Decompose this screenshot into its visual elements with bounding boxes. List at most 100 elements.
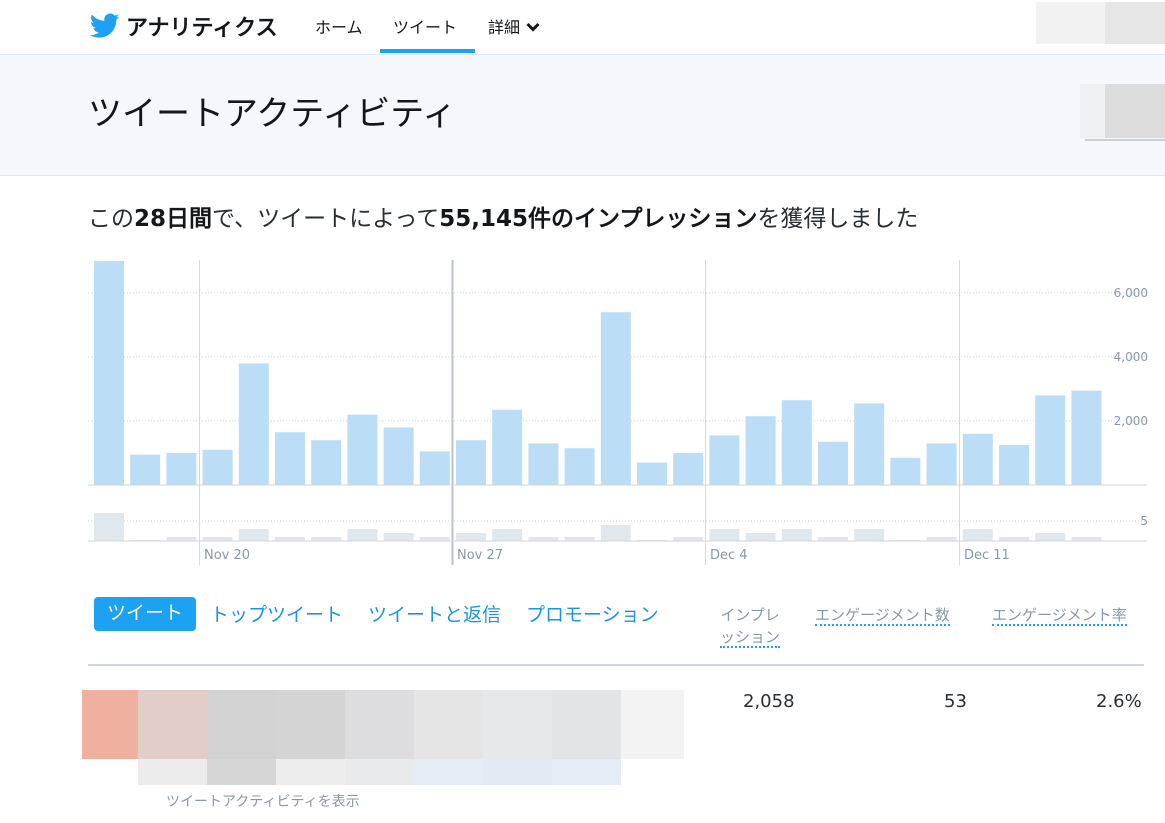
activity-chart: 2,000 4,000 6,000 5 Nov 20 Nov 27 Dec 4 Dec 11 (88, 260, 1148, 565)
tweet-meta-blurred (414, 759, 483, 785)
x-tick-label: Nov 20 (204, 548, 250, 563)
impression-bar (275, 432, 305, 485)
engagement-bar (94, 513, 124, 541)
tweet-text-blurred (207, 690, 276, 759)
x-tick-label: Dec 4 (710, 548, 748, 563)
tweet-text-blurred (138, 690, 207, 759)
y-tick-label: 5 (1140, 514, 1148, 528)
engagement-bar (1035, 533, 1066, 541)
impression-bar (347, 414, 378, 485)
y-tick-label: 4,000 (1114, 350, 1148, 364)
impression-bar (383, 427, 414, 485)
column-header-impressions-line2: ッション (719, 628, 780, 648)
impression-bar (745, 416, 776, 485)
summary-impressions: 55,145件のインプレッション (439, 206, 758, 232)
engagement-bar (275, 537, 305, 541)
summary-suffix: を獲得しました (757, 206, 919, 232)
tweet-meta-blurred (345, 759, 414, 785)
x-tick-label: Nov 27 (457, 548, 503, 563)
engagement-bar (600, 525, 631, 541)
impressions-summary: この28日間で、ツイートによって55,145件のインプレッションを獲得しました (88, 199, 918, 233)
date-range-picker-blurred[interactable] (1080, 84, 1105, 138)
tweet-engagement-rate-value: 2.6% (1096, 691, 1142, 712)
engagement-bar (818, 537, 848, 541)
tweet-text-blurred (414, 690, 483, 759)
y-tick-label: 6,000 (1114, 286, 1148, 300)
export-button-blurred[interactable] (1105, 84, 1165, 138)
engagement-bar (1071, 537, 1102, 541)
twitter-bird-icon[interactable] (90, 13, 120, 39)
nav-more-label: 詳細 (488, 18, 521, 37)
summary-period: 28日間 (134, 206, 213, 232)
impression-bar (528, 443, 559, 485)
engagement-bar (456, 533, 486, 541)
impression-bar (890, 457, 921, 485)
tweet-meta-blurred (552, 759, 621, 785)
tweet-engagements-value: 53 (944, 691, 967, 712)
nav-home[interactable]: ホーム (315, 14, 363, 38)
impression-bar (962, 433, 993, 485)
engagement-bar (238, 529, 269, 541)
tweet-meta-blurred (207, 759, 276, 785)
engagement-bar (709, 529, 740, 541)
engagement-bar (166, 537, 197, 541)
impression-bar (1035, 395, 1066, 485)
tweet-text-blurred (552, 690, 621, 759)
impression-bar (637, 462, 667, 485)
nav-tweets[interactable]: ツイート (393, 14, 457, 38)
x-tick-label: Dec 11 (964, 548, 1010, 563)
impression-bar (311, 440, 342, 485)
active-nav-indicator (380, 49, 475, 53)
analytics-brand[interactable]: アナリティクス (126, 10, 278, 42)
tab-tweets[interactable]: ツイート (94, 597, 197, 631)
band-divider (1085, 139, 1165, 141)
impression-bar (564, 448, 595, 485)
tweet-meta-blurred (138, 759, 207, 785)
impression-bar (238, 363, 269, 485)
impression-bar (709, 435, 740, 485)
engagement-bar (854, 529, 885, 541)
account-avatar-blurred[interactable] (1105, 2, 1165, 44)
nav-more[interactable]: 詳細 (488, 14, 540, 38)
engagement-bar (673, 537, 704, 541)
impression-bar (1071, 390, 1102, 485)
chevron-down-icon (526, 22, 540, 32)
impression-bar (600, 312, 631, 485)
impression-bar (94, 261, 124, 485)
column-header-impressions-line1: インプレ (720, 606, 780, 624)
account-menu-blurred[interactable] (1036, 2, 1106, 44)
impression-bar (854, 403, 885, 485)
tab-promotions[interactable]: プロモーション (526, 600, 659, 627)
impression-bar (202, 449, 233, 485)
impression-bar (781, 400, 812, 485)
tab-tweets-and-replies[interactable]: ツイートと返信 (368, 600, 501, 627)
impression-bar (818, 441, 848, 485)
column-header-engagements[interactable]: エンゲージメント数 (815, 604, 950, 626)
engagement-bar (492, 529, 523, 541)
tweet-meta-blurred (483, 759, 552, 785)
engagement-bar (311, 537, 342, 541)
engagement-bar (962, 529, 993, 541)
engagement-bar (926, 537, 957, 541)
impression-bar (166, 453, 197, 485)
tweet-text-blurred (483, 690, 552, 759)
engagement-bar (745, 533, 776, 541)
tweet-text-blurred (276, 690, 345, 759)
column-header-engagement-rate-label: エンゲージメント率 (992, 606, 1127, 626)
tab-top-tweets[interactable]: トップツイート (210, 600, 343, 627)
engagement-bar (564, 537, 595, 541)
summary-prefix: この (88, 206, 134, 232)
tweet-impressions-value: 2,058 (743, 691, 795, 712)
engagement-bar (383, 533, 414, 541)
tweet-text-blurred (621, 690, 684, 759)
column-header-engagement-rate[interactable]: エンゲージメント率 (992, 604, 1127, 626)
view-tweet-activity-link[interactable]: ツイートアクティビティを表示 (166, 791, 360, 811)
engagement-bar (781, 529, 812, 541)
column-header-impressions[interactable]: インプレ ッション (711, 604, 789, 648)
engagement-bar (419, 537, 450, 541)
tweet-meta-blurred (276, 759, 345, 785)
tabs-divider (88, 664, 1144, 666)
summary-middle: で、ツイートによって (212, 206, 440, 232)
impression-bar (456, 440, 486, 485)
impression-bar (926, 443, 957, 485)
